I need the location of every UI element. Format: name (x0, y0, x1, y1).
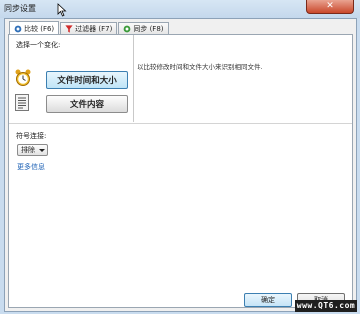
tab-filter-label: 过滤器 (F7) (75, 25, 113, 33)
choose-variant-label: 选择一个变化: (16, 41, 61, 49)
ok-label: 确定 (261, 296, 275, 304)
time-size-button[interactable]: 文件时间和大小 (46, 71, 128, 89)
compare-description: 以比较修改时间和文件大小来识别相同文件. (137, 63, 263, 71)
tab-compare[interactable]: 比较 (F6) (9, 21, 60, 35)
content-label: 文件内容 (69, 100, 104, 110)
window-title: 同步设置 (4, 4, 36, 13)
content-button[interactable]: 文件内容 (46, 95, 128, 113)
compare-panel: 选择一个变化: 文件时间和大小 文件内容 以比较修改时间和文件大小来识别相同文件… (8, 34, 353, 308)
section-divider (9, 123, 352, 124)
site-watermark: www.QT6.com (295, 300, 357, 312)
compare-options: 选择一个变化: 文件时间和大小 文件内容 (9, 35, 134, 122)
document-content-icon (15, 94, 29, 111)
filter-funnel-icon (65, 25, 73, 33)
dialog-body: 比较 (F6) 过滤器 (F7) 同步 (F8) 选择一个变化: 文件时间和大小… (4, 18, 357, 312)
mouse-cursor-icon (57, 3, 67, 17)
tab-compare-label: 比较 (F6) (24, 24, 55, 33)
ok-button[interactable]: 确定 (244, 293, 292, 307)
symlink-label: 符号连接: (16, 132, 47, 140)
symlink-selected: 排除 (21, 146, 35, 154)
symlink-dropdown[interactable]: 排除 (17, 144, 48, 156)
title-bar: 同步设置 ✕ (0, 0, 360, 18)
compare-gear-icon (14, 25, 22, 32)
close-icon: ✕ (326, 1, 334, 11)
tab-sync-label: 同步 (F8) (133, 25, 164, 33)
alarm-clock-icon (15, 69, 31, 86)
chevron-down-icon (39, 149, 45, 152)
tab-bar: 比较 (F6) 过滤器 (F7) 同步 (F8) (9, 21, 169, 35)
more-info-link[interactable]: 更多信息 (17, 162, 45, 172)
close-button[interactable]: ✕ (306, 0, 354, 14)
sync-gear-icon (123, 25, 131, 33)
time-size-label: 文件时间和大小 (57, 76, 117, 86)
